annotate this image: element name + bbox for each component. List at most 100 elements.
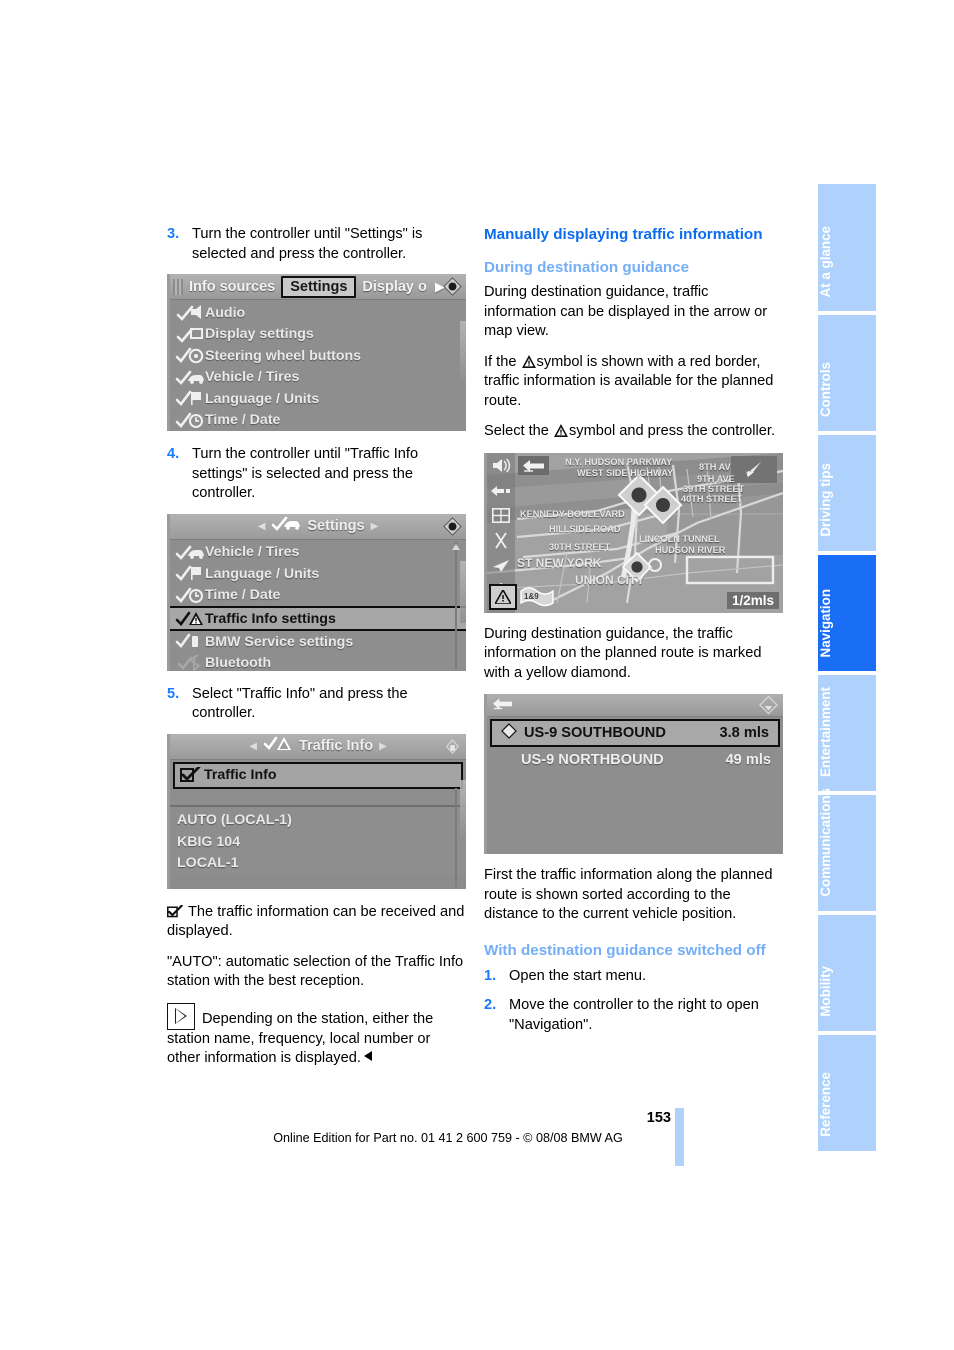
subsection-heading-1: During destination guidance [484,259,690,276]
sidebar-tab-communications[interactable]: Communications [818,788,876,911]
menu-item-language-units[interactable]: Language / Units [170,388,466,410]
zoom-pan-icon[interactable] [490,480,512,502]
left-column: 3. Turn the controller until "Settings" … [167,225,467,1080]
back-button[interactable] [518,455,549,475]
scrollbar-up-arrow-icon[interactable] [452,543,460,550]
paragraph-1: During destination guidance, traffic inf… [484,284,768,339]
screen-title: Settings [307,518,365,534]
paragraph-5: First the traffic information along the … [484,867,773,922]
menu-item-display-settings[interactable]: Display settings [170,324,466,346]
menu-item-audio[interactable]: Audio [170,302,466,324]
yellow-diamond-icon [501,723,517,743]
checkbox-checked-icon [167,904,184,918]
controller-knob-icon [443,277,462,296]
sidebar-tab-driving-tips[interactable]: Driving tips [818,435,876,551]
menu-item-time-date[interactable]: Time / Date [170,585,466,607]
menu-item-label: Traffic Info settings [205,610,336,627]
sidebar-tab-navigation[interactable]: Navigation [818,555,876,671]
station-label: LOCAL-1 [177,855,239,872]
map-label: 39TH STREET [683,483,745,494]
step-3-text: Turn the controller until "Settings" is … [192,226,423,262]
navigation-arrow-icon[interactable] [490,555,512,577]
prev-arrow-icon[interactable]: ◀ [258,521,266,532]
list-row-us9-southbound[interactable]: US-9 SOUTHBOUND 3.8 mls [490,719,780,747]
list-row-us9-northbound[interactable]: US-9 NORTHBOUND 49 mls [490,747,780,772]
menu-item-time-date[interactable]: Time / Date [170,410,466,432]
separator [170,789,466,807]
settings-menu-list: Audio Display settings Steering wheel bu… [170,300,466,431]
menu-item-label: Vehicle / Tires [205,544,300,561]
volume-icon[interactable] [490,455,512,477]
paragraph-2-lead: If the [484,353,517,370]
list-row-distance: 49 mls [725,751,771,768]
title-traffic-warning-icon [263,736,293,756]
sidebar-tab-at-a-glance[interactable]: At a glance [818,184,876,311]
checkbox-row-traffic-info[interactable]: Traffic Info [173,761,463,789]
menu-item-label: Language / Units [205,390,320,407]
sidebar-tab-label: Communications [818,788,833,897]
station-item-auto[interactable]: AUTO (LOCAL-1) [170,810,466,832]
figure-id-watermark [460,560,466,623]
menu-item-language-units[interactable]: Language / Units [170,563,466,585]
menu-item-traffic-info-settings[interactable]: Traffic Info settings [170,606,466,631]
map-label: ST NEW YORK [517,555,602,570]
map-label: 40TH STREET [681,493,743,504]
list-row-name: US-9 SOUTHBOUND [524,725,666,741]
station-list: AUTO (LOCAL-1) KBIG 104 LOCAL-1 [170,807,466,875]
audio-icon [175,304,205,322]
list-title-bar [487,694,783,717]
back-icon[interactable] [493,697,513,715]
map-label: 30TH STREET [549,541,611,552]
traffic-warning-icon [175,610,205,627]
scrollbar-track[interactable] [455,787,457,887]
right-step-2-number: 2. [484,997,497,1013]
sidebar-tab-mobility[interactable]: Mobility [818,915,876,1031]
menu-item-vehicle-tires[interactable]: Vehicle / Tires [170,542,466,564]
sidebar-tab-label: Mobility [818,966,833,1017]
map-split-icon[interactable] [490,505,512,527]
traffic-list-body: US-9 SOUTHBOUND 3.8 mls US-9 NORTHBOUND … [487,717,783,772]
sidebar-tab-label: Controls [818,361,833,417]
map-label: HUDSON RIVER [655,544,726,555]
sidebar-tab-entertainment[interactable]: Entertainment [818,675,876,791]
prev-arrow-icon[interactable]: ◀ [249,741,257,752]
route-scissors-icon[interactable] [490,530,512,552]
vehicle-icon [175,544,205,561]
station-label: AUTO (LOCAL-1) [177,812,292,829]
paragraph-2: If the symbol is shown with a red border… [484,353,784,412]
map-label: WEST SIDE HIGHWAY [577,467,674,478]
chapter-tab-rail: At a glance Controls Driving tips Naviga… [818,184,876,1155]
step-4-text: Turn the controller until "Traffic Info … [192,446,419,501]
manual-page: 3. Turn the controller until "Settings" … [0,0,954,1350]
map-label: 9TH AVE [697,473,735,484]
menu-item-label: Steering wheel buttons [205,347,362,364]
menu-item-bmw-service-settings[interactable]: BMW Service settings [170,631,466,653]
next-arrow-icon[interactable]: ▶ [371,521,379,532]
station-label: KBIG 104 [177,833,241,850]
traffic-warning-button[interactable] [489,583,517,610]
tab-info-sources[interactable]: Info sources [183,279,281,295]
map-scale-label: 1/2mls [726,591,779,609]
menu-item-steering-wheel-buttons[interactable]: Steering wheel buttons [170,345,466,367]
next-arrow-icon[interactable]: ▶ [379,741,387,752]
paragraph-3-lead: Select the [484,423,549,439]
controller-lock-icon [445,738,460,754]
warning-triangle-icon [521,354,536,368]
tab-settings[interactable]: Settings [281,275,357,298]
scrollbar-track[interactable] [455,541,457,669]
play-triangle-icon [167,1002,195,1030]
footer-imprint-text: Online Edition for Part no. 01 41 2 600 … [273,1131,623,1145]
menu-item-bluetooth[interactable]: Bluetooth [170,653,466,671]
tab-display-o[interactable]: Display o [356,279,432,295]
step-4: 4. Turn the controller until "Traffic In… [167,445,467,504]
menu-item-vehicle-tires[interactable]: Vehicle / Tires [170,367,466,389]
sidebar-tab-controls[interactable]: Controls [818,315,876,431]
station-item-kbig[interactable]: KBIG 104 [170,831,466,853]
step-3-number: 3. [167,226,180,242]
tab-scroll-indicator [173,278,183,295]
bluetooth-icon [175,653,205,671]
controller-knob-icon [759,695,778,715]
turn-arrow-indicator [731,455,777,483]
station-item-local1[interactable]: LOCAL-1 [170,853,466,875]
paragraph-3-tail: symbol and press the controller. [568,423,776,439]
